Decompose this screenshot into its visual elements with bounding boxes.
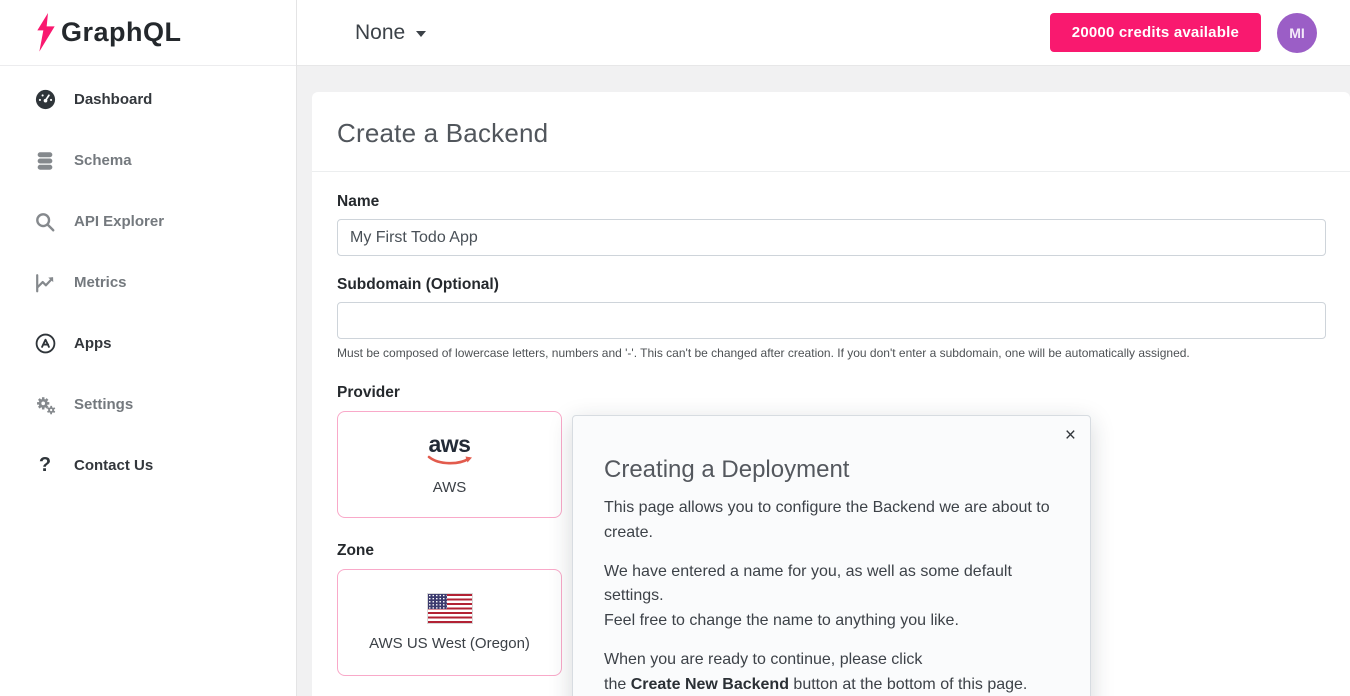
sidebar-item-apps[interactable]: Apps xyxy=(0,313,296,374)
dashboard-gauge-icon xyxy=(33,88,57,112)
chevron-down-icon xyxy=(416,31,427,37)
aws-logo-icon: aws xyxy=(427,432,473,467)
app-root: GraphQL Dashboard Schema API Explorer Me… xyxy=(0,0,1350,696)
modal-paragraph-3: When you are ready to continue, please c… xyxy=(604,650,1028,693)
backend-selector-value: None xyxy=(355,20,406,44)
credits-button[interactable]: 20000 credits available xyxy=(1049,13,1261,52)
gears-icon xyxy=(33,393,57,417)
sidebar: GraphQL Dashboard Schema API Explorer Me… xyxy=(0,0,297,696)
zone-option-label: AWS US West (Oregon) xyxy=(369,634,530,652)
sidebar-item-contact-us[interactable]: ? Contact Us xyxy=(0,435,296,496)
header-right: 20000 credits available MI xyxy=(1049,12,1317,53)
search-icon xyxy=(33,210,57,234)
sidebar-item-label: Schema xyxy=(74,152,132,169)
modal-paragraph-1: This page allows you to configure the Ba… xyxy=(604,499,1050,541)
database-icon xyxy=(33,149,57,173)
subdomain-input[interactable] xyxy=(337,302,1326,339)
subdomain-field-group: Subdomain (Optional) Must be composed of… xyxy=(337,276,1326,360)
close-icon[interactable]: × xyxy=(1065,426,1076,445)
creating-deployment-modal: × Creating a Deployment This page allows… xyxy=(572,415,1091,696)
zone-option-us-west[interactable]: AWS US West (Oregon) xyxy=(337,569,562,676)
line-chart-icon xyxy=(33,271,57,295)
brand-name: GraphQL xyxy=(61,17,182,47)
provider-option-aws[interactable]: aws AWS xyxy=(337,411,562,518)
provider-option-label: AWS xyxy=(432,478,467,496)
avatar[interactable]: MI xyxy=(1277,12,1317,53)
sidebar-item-label: Contact Us xyxy=(74,457,154,474)
create-new-backend-emphasis: Create New Backend xyxy=(630,675,789,693)
sidebar-item-label: API Explorer xyxy=(74,213,165,230)
name-label: Name xyxy=(337,193,380,210)
subdomain-label: Subdomain (Optional) xyxy=(337,276,499,293)
lightning-bolt-icon xyxy=(37,12,55,52)
name-input[interactable] xyxy=(337,219,1326,256)
question-mark-icon: ? xyxy=(38,454,52,476)
name-field-group: Name xyxy=(337,193,1326,256)
us-flag-icon xyxy=(426,592,473,624)
top-header: None 20000 credits available MI xyxy=(297,0,1350,66)
card-header: Create a Backend xyxy=(312,92,1350,172)
sidebar-item-label: Dashboard xyxy=(74,91,153,108)
sidebar-item-label: Metrics xyxy=(74,274,127,291)
sidebar-item-metrics[interactable]: Metrics xyxy=(0,252,296,313)
sidebar-item-dashboard[interactable]: Dashboard xyxy=(0,69,296,130)
sidebar-item-label: Apps xyxy=(74,335,112,352)
modal-paragraph-2: We have entered a name for you, as well … xyxy=(604,562,1012,630)
sidebar-item-schema[interactable]: Schema xyxy=(0,130,296,191)
sidebar-item-settings[interactable]: Settings xyxy=(0,374,296,435)
sidebar-nav: Dashboard Schema API Explorer Metrics Ap… xyxy=(0,66,296,496)
page-title: Create a Backend xyxy=(337,118,549,148)
app-store-icon xyxy=(33,332,57,356)
provider-label: Provider xyxy=(337,384,400,401)
brand-logo[interactable]: GraphQL xyxy=(0,0,296,66)
backend-selector-dropdown[interactable]: None xyxy=(355,20,427,45)
sidebar-item-label: Settings xyxy=(74,396,134,413)
subdomain-help-text: Must be composed of lowercase letters, n… xyxy=(337,346,1190,360)
sidebar-item-api-explorer[interactable]: API Explorer xyxy=(0,191,296,252)
modal-title: Creating a Deployment xyxy=(604,456,850,483)
